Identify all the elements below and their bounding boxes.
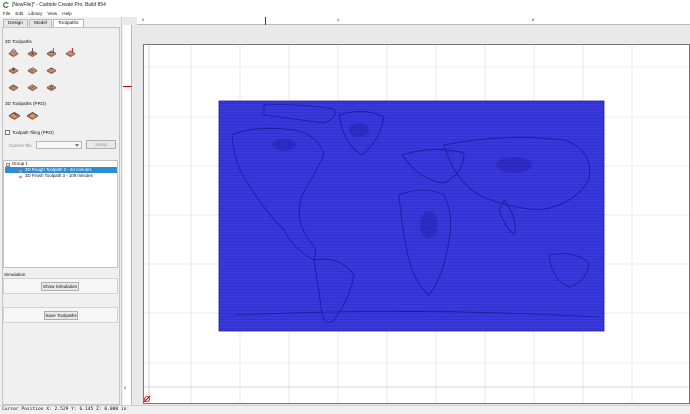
menu-bar: File Edit Library View Help [0,9,690,17]
status-bar: Cursor Position X: 2.529 Y: 6.145 Z: 0.0… [0,405,690,414]
drill-toolpath-icon[interactable] [46,47,57,58]
carbide-app-icon [3,1,9,8]
3d-rough-toolpath-icon[interactable] [8,108,21,121]
engrave-toolpath-icon[interactable] [46,64,57,75]
ruler-left: 0 [123,25,132,405]
menu-edit[interactable]: Edit [15,11,23,16]
stock-canvas[interactable] [143,44,690,404]
ruler-top-label: 8 [532,17,535,22]
3d-finish-toolpath-icon[interactable] [26,108,39,121]
tab-toolpaths[interactable]: Toolpaths [53,19,84,27]
left-panel: Design Model Toolpaths 2D Toolpaths 3D T… [0,17,122,405]
menu-help[interactable]: Help [62,11,71,16]
current-tile-select[interactable] [36,141,82,149]
section-3d-toolpaths: 3D Toolpaths (PRO) [5,101,47,106]
toolpath-preview [144,45,689,403]
thread-mill-icon[interactable] [46,81,57,92]
3d-rough-item-icon [18,169,23,172]
contour-toolpath-icon[interactable] [8,47,19,58]
save-toolpaths-button[interactable]: Save Toolpaths [44,311,78,320]
simulation-panel: Show Simulation [3,278,118,294]
chamfer-toolpath-icon[interactable] [8,81,19,92]
pocket-toolpath-icon[interactable] [27,47,38,58]
tree-item-finish[interactable]: 3D Finish Toolpath 3 - 109 minutes [5,173,117,179]
tree-item-label: 3D Finish Toolpath 3 - 109 minutes [25,173,93,178]
vcarve-toolpath-icon[interactable] [65,47,76,58]
window-title: [NewFile]* - Carbide Create Pro, Build 8… [12,1,106,8]
ruler-top-label: 0 [142,17,145,22]
title-bar: [NewFile]* - Carbide Create Pro, Build 8… [0,0,690,9]
section-2d-toolpaths: 2D Toolpaths [5,39,32,44]
setup-button[interactable]: Setup [86,140,116,149]
chevron-down-icon [75,144,79,147]
toolpath-tiling-label: Toolpath Tiling (PRO) [12,130,54,135]
menu-file[interactable]: File [3,11,10,16]
menu-library[interactable]: Library [28,11,42,16]
ruler-left-label: 0 [124,385,127,390]
3d-finish-item-icon [18,175,23,178]
texture-toolpath-icon[interactable] [27,64,38,75]
ruler-top-label: 4 [337,17,340,22]
menu-view[interactable]: View [47,11,57,16]
save-panel: Save Toolpaths [3,307,118,323]
tree-item-label: 3D Rough Toolpath 2 - 64 minutes [25,167,92,172]
cursor-marker-x [265,17,266,25]
cursor-marker-y [123,86,132,87]
show-simulation-button[interactable]: Show Simulation [41,282,79,291]
panel-tabs: Design Model Toolpaths [3,19,85,27]
cursor-position: Cursor Position X: 2.529 Y: 6.145 Z: 0.0… [2,407,127,412]
tab-model[interactable]: Model [28,19,53,27]
simulation-label: Simulation [4,272,26,277]
tab-design[interactable]: Design [3,19,28,27]
fillet-toolpath-icon[interactable] [27,81,38,92]
current-tile-label: Current Tile [9,143,32,148]
toolpath-tiling-checkbox[interactable] [5,130,10,135]
toolpath-tree: − Group 1 3D Rough Toolpath 2 - 64 minut… [3,160,118,268]
design-viewport[interactable]: 0 4 8 0 [123,17,690,405]
advanced-vcarve-icon[interactable] [8,64,19,75]
ruler-top: 0 4 8 [137,17,690,25]
